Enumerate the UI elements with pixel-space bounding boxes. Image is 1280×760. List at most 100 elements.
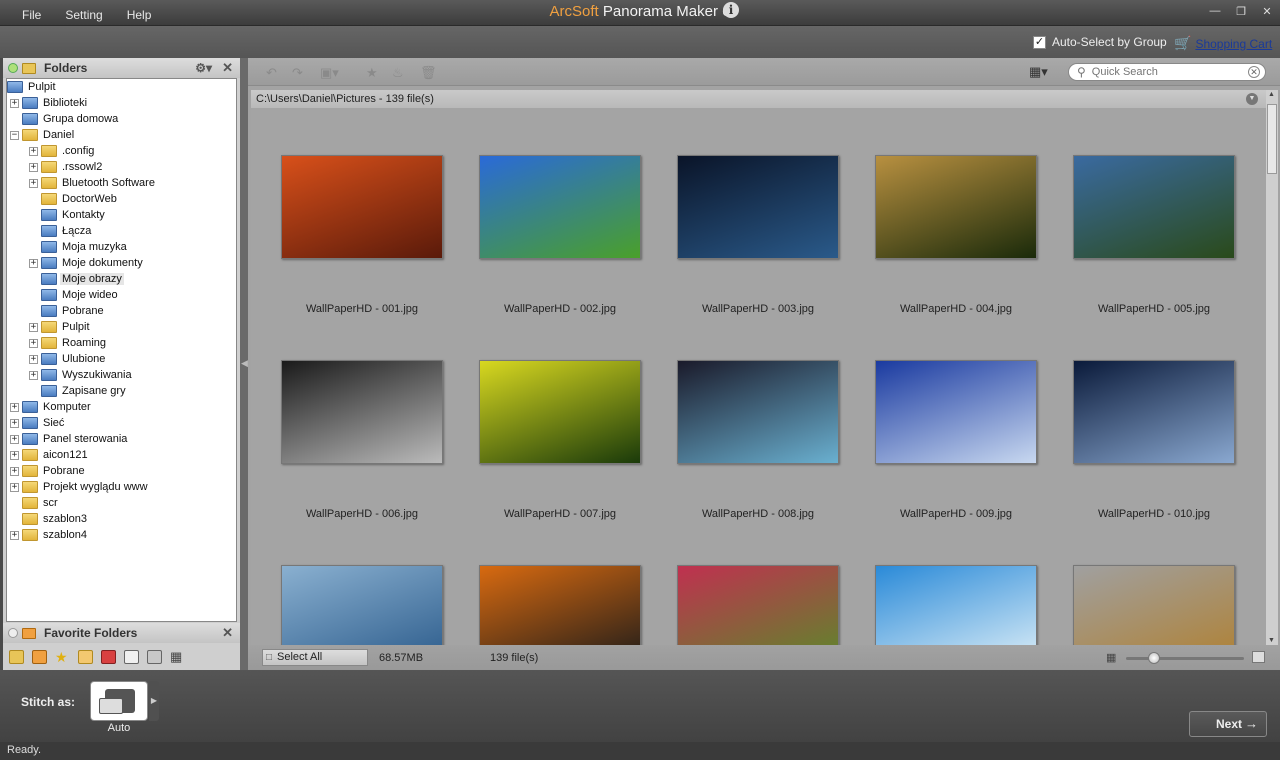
thumbnail-image[interactable] [875,360,1037,464]
info-icon[interactable]: i [723,2,739,18]
thumbnail-image[interactable] [1073,360,1235,464]
close-folders-icon[interactable]: ✕ [222,60,233,76]
expand-icon[interactable]: + [10,418,19,428]
close-icon[interactable]: ✕ [1260,5,1274,18]
scroll-down-icon[interactable]: ▼ [1268,637,1275,644]
tree-item[interactable]: Pulpit [7,79,58,95]
tree-item[interactable]: + Ulubione [29,351,107,367]
tree-item[interactable]: Moje wideo [29,287,120,303]
large-thumbs-icon[interactable] [1252,651,1265,663]
thumbnail-image[interactable] [281,360,443,464]
tree-item[interactable]: + .rssowl2 [29,159,104,175]
star-icon[interactable]: ★ [55,650,70,664]
tree-item[interactable]: Moja muzyka [29,239,129,255]
shopping-cart-label[interactable]: Shopping Cart [1195,37,1272,51]
stitch-mode-arrow-icon[interactable]: ▶ [149,681,159,721]
thumbnail-image[interactable] [875,565,1037,645]
tree-item[interactable]: + Pobrane [10,463,87,479]
picture-folder-icon[interactable] [101,650,116,664]
select-all-button[interactable]: □ Select All [262,649,368,666]
thumbnail-image[interactable] [281,155,443,259]
path-dropdown-icon[interactable]: ▼ [1246,93,1258,105]
thumbnail-image[interactable] [479,360,641,464]
delete-icon[interactable]: 🗑 [420,65,437,81]
close-favorites-icon[interactable]: ✕ [222,625,233,641]
folder-shortcut-icon[interactable] [9,650,24,664]
tree-item[interactable]: DoctorWeb [29,191,119,207]
tree-item[interactable]: Zapisane gry [29,383,128,399]
tree-item[interactable]: szablon3 [10,511,89,527]
shopping-cart-link[interactable]: 🛒 Shopping Cart [1174,35,1272,52]
expand-icon[interactable]: + [29,354,38,364]
tree-item[interactable]: + .config [29,143,96,159]
expand-icon[interactable]: + [10,466,19,476]
expand-icon[interactable]: + [29,370,38,380]
calendar-icon[interactable] [124,650,139,664]
expand-icon[interactable]: + [29,162,38,172]
next-button[interactable]: Next → [1189,711,1267,737]
grid-icon[interactable]: ▦ [170,650,185,664]
tree-item[interactable]: + Moje dokumenty [29,255,145,271]
expand-icon[interactable]: + [10,482,19,492]
tree-item[interactable]: Kontakty [29,207,107,223]
restore-icon[interactable]: ❐ [1234,5,1248,18]
panel-splitter[interactable]: ◀ [240,58,248,670]
expand-icon[interactable]: + [10,434,19,444]
tree-item[interactable]: + Projekt wyglądu www [10,479,150,495]
zoom-knob[interactable] [1148,652,1160,664]
thumbnail-image[interactable] [677,360,839,464]
thumbnail-image[interactable] [479,155,641,259]
rotate-left-icon[interactable]: ↶ [266,65,277,81]
auto-select-toggle[interactable]: ✓ Auto-Select by Group [1033,35,1167,49]
tree-item[interactable]: Grupa domowa [10,111,120,127]
bookmark-toolbar-icon[interactable]: ♨ [392,65,404,81]
search-input[interactable] [1091,66,1242,78]
thumbnail-zoom-slider[interactable]: ▦ [1106,651,1266,665]
thumbnail-image[interactable] [281,565,443,645]
auto-select-checkbox[interactable]: ✓ [1033,35,1046,49]
tree-item[interactable]: + Wyszukiwania [29,367,134,383]
date-folder-icon[interactable] [147,650,162,664]
expand-icon[interactable]: + [29,178,38,188]
thumbnail-image[interactable] [1073,565,1235,645]
tree-item[interactable]: + szablon4 [10,527,89,543]
tree-item[interactable]: + Bluetooth Software [29,175,157,191]
favorite-folder-shortcut-icon[interactable] [32,650,47,664]
scroll-up-icon[interactable]: ▲ [1268,91,1275,98]
favorites-toggle-icon[interactable] [8,628,18,638]
clear-search-icon[interactable]: ✕ [1248,66,1260,78]
tree-item[interactable]: + Pulpit [29,319,92,335]
scroll-thumb[interactable] [1267,104,1277,174]
tree-item[interactable]: − Daniel [10,127,76,143]
view-mode-icon[interactable]: ▦▾ [1029,64,1048,80]
tree-item[interactable]: + Roaming [29,335,108,351]
tree-item[interactable]: Moje obrazy [29,271,124,287]
expand-icon[interactable]: + [29,258,38,268]
view-image-icon[interactable]: ▣▾ [320,65,339,81]
thumbnail-image[interactable] [1073,155,1235,259]
thumbnail-image[interactable] [677,155,839,259]
collapse-arrow-icon[interactable]: ◀ [241,358,248,369]
tree-item[interactable]: Pobrane [29,303,106,319]
expand-icon[interactable]: + [29,322,38,332]
thumbnail-image[interactable] [479,565,641,645]
vertical-scrollbar[interactable]: ▲ ▼ [1266,90,1278,645]
tree-item[interactable]: + Biblioteki [10,95,89,111]
rotate-right-icon[interactable]: ↷ [292,65,303,81]
stitch-mode-button[interactable] [90,681,148,721]
tree-item[interactable]: + Komputer [10,399,93,415]
bookmark-icon[interactable] [78,650,93,664]
add-favorite-icon[interactable]: ★ [366,65,378,81]
tree-item[interactable]: + Sieć [10,415,66,431]
expand-icon[interactable]: + [10,450,19,460]
expand-icon[interactable]: + [10,98,19,108]
zoom-track[interactable] [1126,657,1244,660]
expand-icon[interactable]: + [29,338,38,348]
thumbnail-image[interactable] [875,155,1037,259]
expand-icon[interactable]: + [10,402,19,412]
small-thumbs-icon[interactable]: ▦ [1106,651,1116,664]
thumbnail-image[interactable] [677,565,839,645]
tree-item[interactable]: + Panel sterowania [10,431,129,447]
expand-icon[interactable]: + [29,146,38,156]
collapse-icon[interactable]: − [10,130,19,140]
